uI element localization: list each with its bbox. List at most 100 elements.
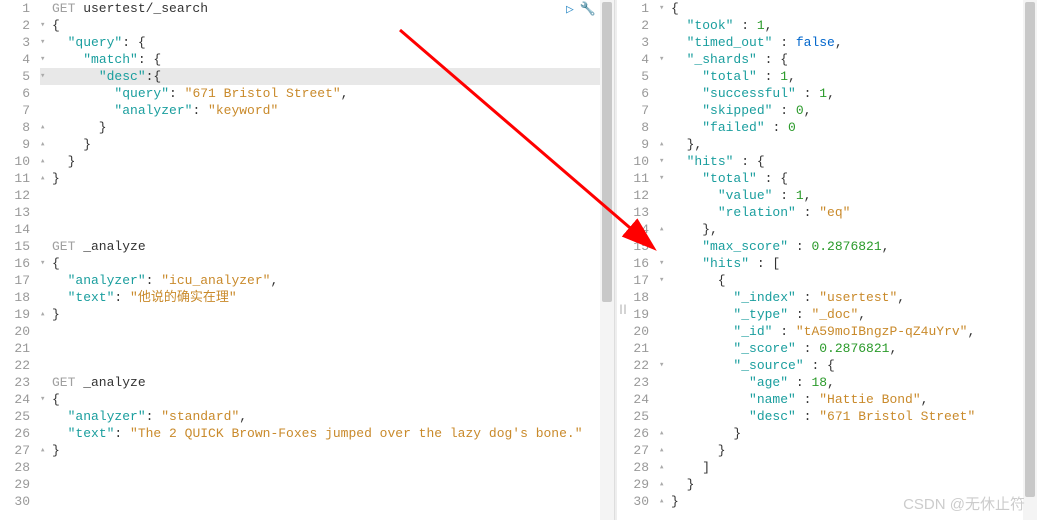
fold-toggle-icon[interactable]: ▴ xyxy=(659,493,671,510)
left-code-line[interactable]: 12 xyxy=(0,187,614,204)
right-code-line[interactable]: 5 "total" : 1, xyxy=(615,68,1037,85)
code-content[interactable]: { xyxy=(52,391,614,408)
code-content[interactable]: "analyzer": "keyword" xyxy=(52,102,614,119)
fold-toggle-icon[interactable]: ▾ xyxy=(659,272,671,289)
fold-toggle-icon[interactable]: ▾ xyxy=(40,34,52,51)
left-code-line[interactable]: 20 xyxy=(0,323,614,340)
right-code-line[interactable]: 8 "failed" : 0 xyxy=(615,119,1037,136)
fold-toggle-icon[interactable]: ▾ xyxy=(659,0,671,17)
left-code-line[interactable]: 1GET usertest/_search xyxy=(0,0,614,17)
fold-toggle-icon[interactable]: ▴ xyxy=(659,425,671,442)
right-code-line[interactable]: 20 "_id" : "tA59moIBngzP-qZ4uYrv", xyxy=(615,323,1037,340)
fold-toggle-icon[interactable]: ▴ xyxy=(40,306,52,323)
left-code-line[interactable]: 27▴} xyxy=(0,442,614,459)
run-icon[interactable]: ▷ xyxy=(566,2,574,17)
code-content[interactable]: } xyxy=(52,136,614,153)
fold-toggle-icon[interactable]: ▾ xyxy=(40,68,52,85)
right-code-line[interactable]: 13 "relation" : "eq" xyxy=(615,204,1037,221)
code-content[interactable]: "_id" : "tA59moIBngzP-qZ4uYrv", xyxy=(671,323,1037,340)
fold-toggle-icon[interactable]: ▴ xyxy=(40,119,52,136)
code-content[interactable]: }, xyxy=(671,221,1037,238)
right-code-line[interactable]: 27▴ } xyxy=(615,442,1037,459)
right-code-line[interactable]: 12 "value" : 1, xyxy=(615,187,1037,204)
right-code-line[interactable]: 21 "_score" : 0.2876821, xyxy=(615,340,1037,357)
code-content[interactable]: "age" : 18, xyxy=(671,374,1037,391)
left-code-line[interactable]: 15GET _analyze xyxy=(0,238,614,255)
divider-handle-icon[interactable]: || xyxy=(618,305,626,316)
fold-toggle-icon[interactable]: ▴ xyxy=(659,442,671,459)
right-scroll-thumb[interactable] xyxy=(1025,2,1035,497)
right-code-line[interactable]: 28▴ ] xyxy=(615,459,1037,476)
right-code-line[interactable]: 15 "max_score" : 0.2876821, xyxy=(615,238,1037,255)
code-content[interactable]: "_type" : "_doc", xyxy=(671,306,1037,323)
code-content[interactable] xyxy=(52,459,614,476)
left-code-line[interactable]: 28 xyxy=(0,459,614,476)
code-content[interactable]: "hits" : [ xyxy=(671,255,1037,272)
left-code-line[interactable]: 11▴} xyxy=(0,170,614,187)
left-code-line[interactable]: 23GET _analyze xyxy=(0,374,614,391)
code-content[interactable]: "query": { xyxy=(52,34,614,51)
code-content[interactable]: } xyxy=(52,306,614,323)
code-content[interactable]: } xyxy=(671,442,1037,459)
fold-toggle-icon[interactable]: ▾ xyxy=(40,51,52,68)
right-code-line[interactable]: 22▾ "_source" : { xyxy=(615,357,1037,374)
code-content[interactable]: } xyxy=(671,476,1037,493)
code-content[interactable]: "_index" : "usertest", xyxy=(671,289,1037,306)
left-code-line[interactable]: 14 xyxy=(0,221,614,238)
left-code-line[interactable]: 2▾{ xyxy=(0,17,614,34)
right-code-line[interactable]: 14▴ }, xyxy=(615,221,1037,238)
code-content[interactable]: { xyxy=(52,255,614,272)
right-code-line[interactable]: 10▾ "hits" : { xyxy=(615,153,1037,170)
left-code-line[interactable]: 24▾{ xyxy=(0,391,614,408)
code-content[interactable]: "desc" : "671 Bristol Street" xyxy=(671,408,1037,425)
right-code-line[interactable]: 25 "desc" : "671 Bristol Street" xyxy=(615,408,1037,425)
fold-toggle-icon[interactable]: ▾ xyxy=(40,17,52,34)
fold-toggle-icon[interactable]: ▴ xyxy=(40,153,52,170)
response-viewer-pane[interactable]: 1▾{2 "took" : 1,3 "timed_out" : false,4▾… xyxy=(615,0,1037,520)
left-code-line[interactable]: 6 "query": "671 Bristol Street", xyxy=(0,85,614,102)
left-scrollbar[interactable] xyxy=(600,0,614,520)
right-code-line[interactable]: 17▾ { xyxy=(615,272,1037,289)
left-code-line[interactable]: 29 xyxy=(0,476,614,493)
left-code-line[interactable]: 19▴} xyxy=(0,306,614,323)
right-code-line[interactable]: 26▴ } xyxy=(615,425,1037,442)
left-code-line[interactable]: 3▾ "query": { xyxy=(0,34,614,51)
code-content[interactable]: { xyxy=(52,17,614,34)
code-content[interactable]: "_score" : 0.2876821, xyxy=(671,340,1037,357)
code-content[interactable]: "hits" : { xyxy=(671,153,1037,170)
code-content[interactable]: "desc":{ xyxy=(52,68,614,85)
code-content[interactable]: "name" : "Hattie Bond", xyxy=(671,391,1037,408)
code-content[interactable]: "match": { xyxy=(52,51,614,68)
code-content[interactable] xyxy=(52,493,614,510)
left-code-line[interactable]: 18 "text": "他说的确实在理" xyxy=(0,289,614,306)
fold-toggle-icon[interactable]: ▴ xyxy=(40,136,52,153)
code-content[interactable]: "relation" : "eq" xyxy=(671,204,1037,221)
fold-toggle-icon[interactable]: ▴ xyxy=(659,476,671,493)
code-content[interactable]: "_shards" : { xyxy=(671,51,1037,68)
right-code-line[interactable]: 2 "took" : 1, xyxy=(615,17,1037,34)
right-code-line[interactable]: 3 "timed_out" : false, xyxy=(615,34,1037,51)
code-content[interactable]: } xyxy=(671,425,1037,442)
right-code-line[interactable]: 24 "name" : "Hattie Bond", xyxy=(615,391,1037,408)
code-content[interactable]: ] xyxy=(671,459,1037,476)
code-content[interactable]: { xyxy=(671,0,1037,17)
code-content[interactable]: "skipped" : 0, xyxy=(671,102,1037,119)
right-code-line[interactable]: 11▾ "total" : { xyxy=(615,170,1037,187)
left-code-line[interactable]: 8▴ } xyxy=(0,119,614,136)
code-content[interactable] xyxy=(52,187,614,204)
fold-toggle-icon[interactable]: ▴ xyxy=(659,221,671,238)
right-code-line[interactable]: 1▾{ xyxy=(615,0,1037,17)
left-code-line[interactable]: 5▾ "desc":{ xyxy=(0,68,614,85)
fold-toggle-icon[interactable]: ▾ xyxy=(659,170,671,187)
left-code-line[interactable]: 10▴ } xyxy=(0,153,614,170)
code-content[interactable] xyxy=(52,323,614,340)
right-code-line[interactable]: 19 "_type" : "_doc", xyxy=(615,306,1037,323)
wrench-icon[interactable]: 🔧 xyxy=(580,2,596,17)
left-code-line[interactable]: 7 "analyzer": "keyword" xyxy=(0,102,614,119)
left-code-line[interactable]: 30 xyxy=(0,493,614,510)
code-content[interactable] xyxy=(52,476,614,493)
code-content[interactable]: "max_score" : 0.2876821, xyxy=(671,238,1037,255)
code-content[interactable]: }, xyxy=(671,136,1037,153)
left-code-line[interactable]: 4▾ "match": { xyxy=(0,51,614,68)
right-code-line[interactable]: 23 "age" : 18, xyxy=(615,374,1037,391)
